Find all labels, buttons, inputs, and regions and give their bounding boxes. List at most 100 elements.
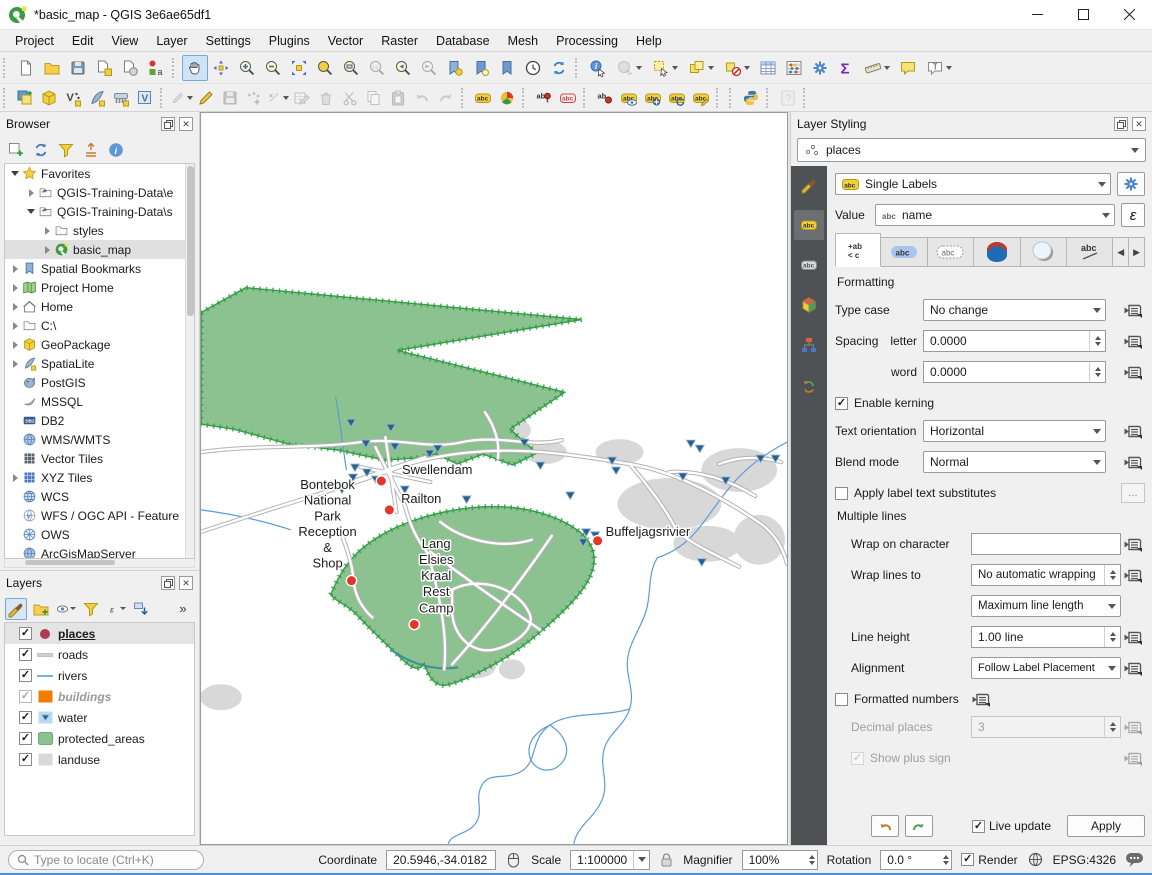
show-spatial-bookmarks-button[interactable] [468, 55, 494, 81]
menu-processing[interactable]: Processing [547, 32, 627, 50]
browser-item-spatialite[interactable]: SpatiaLite [5, 354, 194, 373]
enable-kerning-checkbox[interactable]: ✓ [835, 397, 848, 410]
new-project-button[interactable] [13, 55, 39, 81]
styling-tab-3d-view[interactable] [794, 290, 824, 320]
styling-tab-diagrams[interactable] [794, 330, 824, 360]
layer-visibility-checkbox[interactable]: ✓ [19, 711, 32, 724]
expander-icon[interactable] [9, 303, 21, 311]
tab-mask[interactable]: abc [928, 237, 974, 267]
toggle-editing-button[interactable] [194, 86, 218, 110]
measure-button[interactable] [859, 55, 895, 81]
layer-item-water[interactable]: ✓water [5, 707, 194, 728]
browser-item-project-home[interactable]: Project Home [5, 278, 194, 297]
browser-item-styles[interactable]: styles [5, 221, 194, 240]
statistics-summary-button[interactable]: Σ [833, 55, 859, 81]
menu-help[interactable]: Help [627, 32, 671, 50]
browser-item-mssql[interactable]: MSSQL [5, 392, 194, 411]
add-postgis-layer-button[interactable] [109, 86, 133, 110]
map-canvas[interactable]: SwellendamRailtonBontebokNationalParkRec… [200, 112, 788, 845]
layer-visibility-checkbox[interactable]: ✓ [19, 627, 32, 640]
python-console-button[interactable] [739, 86, 763, 110]
word-spacing-spinner[interactable]: 0.0000 [923, 361, 1106, 383]
zoom-last-button[interactable] [390, 55, 416, 81]
rotate-label-button[interactable]: abc [665, 86, 689, 110]
redo-style-button[interactable] [905, 815, 933, 837]
type-case-combo[interactable]: No change [923, 299, 1106, 321]
refresh-map-button[interactable] [546, 55, 572, 81]
style-manager-button[interactable]: a [143, 55, 169, 81]
styling-tab-labels[interactable]: abc [794, 210, 824, 240]
text-annotation-button[interactable]: T [921, 55, 957, 81]
layers-float-button[interactable] [161, 576, 175, 590]
zoom-out-button[interactable] [260, 55, 286, 81]
highlight-pinned-labels-button[interactable]: abc [556, 86, 580, 110]
magnifier-spinner[interactable]: 100% [742, 850, 818, 870]
layer-visibility-checkbox[interactable]: ✓ [19, 753, 32, 766]
rotation-spinner[interactable]: 0.0 ° [880, 850, 952, 870]
layer-item-places[interactable]: ✓places [5, 623, 194, 644]
word-spacing-override-button[interactable] [1121, 362, 1145, 382]
expand-collapse-tree-button[interactable] [130, 598, 152, 620]
text-orientation-combo[interactable]: Horizontal [923, 420, 1106, 442]
bookmark-manager-button[interactable] [494, 55, 520, 81]
open-layer-styling-panel-button[interactable] [5, 598, 27, 620]
field-calculator-button[interactable] [781, 55, 807, 81]
menu-layer[interactable]: Layer [147, 32, 196, 50]
expander-icon[interactable] [9, 474, 21, 482]
wrap-lines-to-override-button[interactable] [1121, 565, 1145, 585]
zoom-to-layer-button[interactable] [338, 55, 364, 81]
browser-horizontal-scrollbar[interactable] [4, 559, 195, 568]
tab-buffer[interactable]: abc [881, 237, 927, 267]
open-project-button[interactable] [39, 55, 65, 81]
move-label-button[interactable]: abc [641, 86, 665, 110]
layer-item-buildings[interactable]: ✓buildings [5, 686, 194, 707]
layer-diagram-options-button[interactable] [495, 86, 519, 110]
expander-icon[interactable] [9, 341, 21, 349]
add-group-button[interactable] [30, 598, 52, 620]
layer-visibility-checkbox[interactable]: ✓ [19, 648, 32, 661]
styling-layer-selector[interactable]: places [797, 138, 1146, 162]
filter-by-expression-button[interactable]: ε [105, 598, 127, 620]
zoom-full-button[interactable] [286, 55, 312, 81]
browser-item-qgis-training-data-e[interactable]: QGIS-Training-Data\e [5, 183, 194, 202]
add-geopackage-layer-button[interactable] [37, 86, 61, 110]
show-layout-manager-button[interactable] [117, 55, 143, 81]
browser-item-xyz-tiles[interactable]: XYZ Tiles [5, 468, 194, 487]
blend-mode-override-button[interactable] [1121, 452, 1145, 472]
label-mode-combo[interactable]: abc Single Labels [835, 173, 1111, 195]
layer-item-rivers[interactable]: ✓rivers [5, 665, 194, 686]
alignment-override-button[interactable] [1121, 658, 1145, 678]
browser-item-c-[interactable]: C:\ [5, 316, 194, 335]
menu-edit[interactable]: Edit [63, 32, 103, 50]
layer-item-roads[interactable]: ✓roads [5, 644, 194, 665]
tab-callouts[interactable]: abc [1067, 237, 1113, 267]
browser-item-arcgismapserver[interactable]: ArcGisMapServer [5, 544, 194, 559]
change-label-button[interactable]: abc [689, 86, 713, 110]
browser-item-qgis-training-data-s[interactable]: QGIS-Training-Data\s [5, 202, 194, 221]
mouse-position-icon[interactable] [505, 851, 522, 868]
processing-toolbox-button[interactable] [807, 55, 833, 81]
manage-map-themes-button[interactable] [55, 598, 77, 620]
line-height-spinner[interactable]: 1.00 line [971, 626, 1121, 648]
add-selected-layers-button[interactable] [5, 139, 27, 161]
wrap-on-character-input[interactable] [971, 533, 1121, 555]
expander-icon[interactable] [41, 246, 53, 254]
menu-plugins[interactable]: Plugins [260, 32, 319, 50]
pin-labels-button[interactable]: ab [532, 86, 556, 110]
menu-raster[interactable]: Raster [372, 32, 427, 50]
show-hide-labels-button[interactable]: abc [617, 86, 641, 110]
substitutes-edit-button[interactable]: ... [1121, 483, 1145, 503]
styling-close-button[interactable]: ✕ [1132, 117, 1146, 131]
undo-style-button[interactable] [871, 815, 899, 837]
deselect-features-button[interactable] [719, 55, 755, 81]
value-field-combo[interactable]: abc name [875, 204, 1115, 226]
expander-icon[interactable] [25, 209, 37, 214]
maximize-button[interactable] [1060, 0, 1106, 29]
browser-item-geopackage[interactable]: GeoPackage [5, 335, 194, 354]
browser-item-db2[interactable]: DB2DB2 [5, 411, 194, 430]
layers-close-button[interactable]: ✕ [179, 576, 193, 590]
new-print-layout-button[interactable] [91, 55, 117, 81]
layer-visibility-checkbox[interactable]: ✓ [19, 669, 32, 682]
expander-icon[interactable] [25, 189, 37, 197]
temporal-controller-button[interactable] [520, 55, 546, 81]
